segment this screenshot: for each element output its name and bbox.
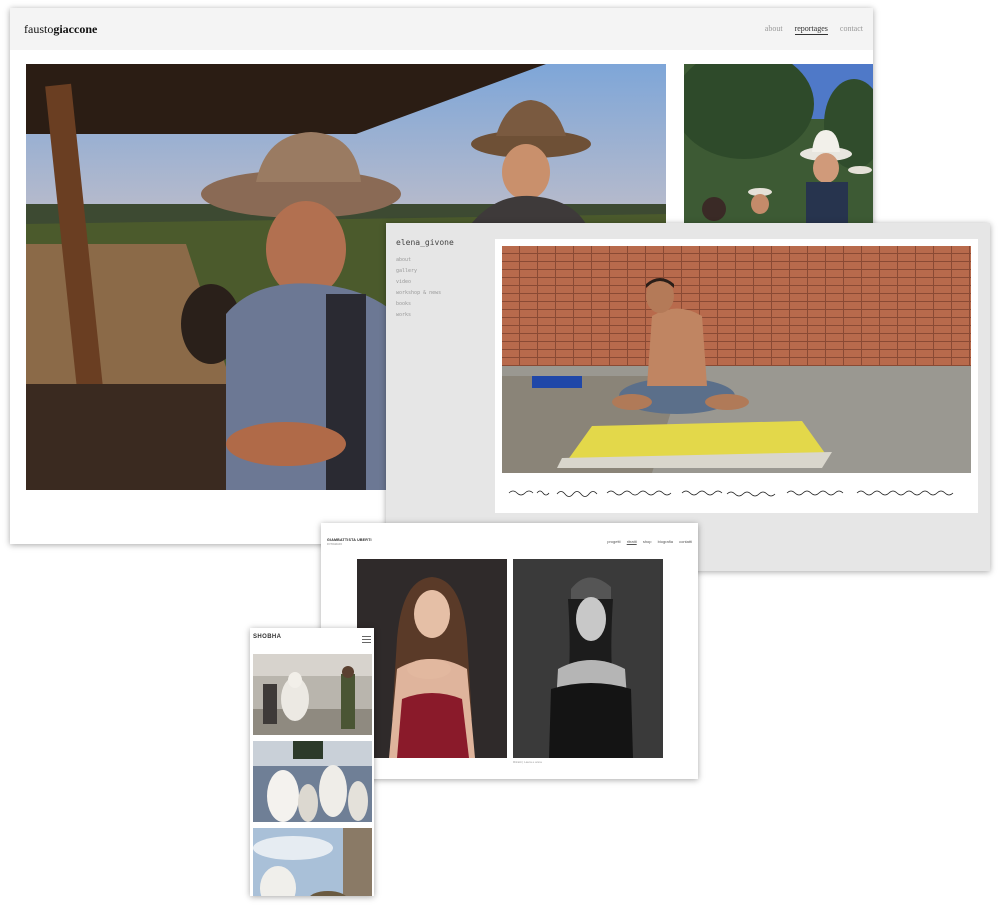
nav-contatti[interactable]: contatti (679, 539, 692, 544)
woman-red-dress-portrait[interactable] (357, 559, 507, 758)
handwritten-caption-image (508, 490, 954, 497)
nav-contact[interactable]: contact (840, 24, 863, 33)
giambattista-uberti-screenshot: GIAMBATTISTA UBERTI FOTOGRAFO progetti r… (321, 523, 698, 779)
nav-about[interactable]: about (765, 24, 783, 33)
site-logo[interactable]: faustogiaccone (24, 22, 97, 37)
main-nav: progetti ritratti shop biografia contatt… (602, 539, 692, 544)
menu-books[interactable]: books (396, 301, 441, 312)
nav-shop[interactable]: shop (643, 539, 652, 544)
sky-procession-photo[interactable] (253, 828, 372, 896)
nav-ritratti[interactable]: ritratti (627, 539, 637, 544)
site-brand[interactable]: GIAMBATTISTA UBERTI (327, 538, 372, 542)
side-menu: about gallery video workshop & news book… (396, 257, 441, 323)
woman-black-white-portrait[interactable] (513, 559, 663, 758)
hamburger-menu-icon[interactable] (362, 636, 371, 645)
logo-last-name: giaccone (53, 22, 98, 36)
street-crowd-photo[interactable] (253, 654, 372, 735)
main-nav: about reportages contact (755, 24, 863, 35)
boys-hats-photo[interactable] (684, 64, 873, 224)
menu-workshop-news[interactable]: workshop & news (396, 290, 441, 301)
site-logo[interactable]: SHOBHA (253, 634, 281, 640)
shobha-mobile-screenshot: SHOBHA (250, 628, 374, 896)
menu-video[interactable]: video (396, 279, 441, 290)
logo-first-name: fausto (24, 22, 54, 36)
elena-givone-screenshot: elena_givone about gallery video worksho… (386, 223, 990, 571)
site-header: faustogiaccone about reportages contact (10, 8, 873, 50)
photo-caption: Ritratti | Laura e anna (513, 760, 542, 764)
menu-about[interactable]: about (396, 257, 441, 268)
white-robes-procession-photo[interactable] (253, 741, 372, 822)
nav-biografia[interactable]: biografia (658, 539, 673, 544)
photo-frame (495, 239, 978, 513)
nav-reportages[interactable]: reportages (794, 24, 828, 35)
menu-gallery[interactable]: gallery (396, 268, 441, 279)
boy-on-rug-photo[interactable] (502, 246, 971, 473)
site-subtitle: FOTOGRAFO (327, 543, 343, 546)
nav-progetti[interactable]: progetti (607, 539, 620, 544)
site-title[interactable]: elena_givone (396, 238, 454, 247)
menu-works[interactable]: works (396, 312, 441, 323)
